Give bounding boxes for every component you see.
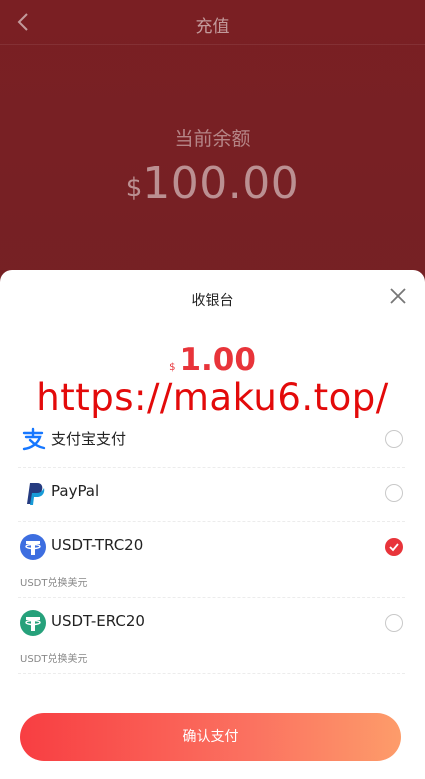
payment-method-name: PayPal	[51, 482, 100, 500]
page-title: 充值	[195, 17, 230, 37]
top-bar: 充值	[0, 0, 425, 45]
payment-method-name: USDT-TRC20	[51, 536, 144, 554]
payment-method-usdt-trc20[interactable]: USDT-TRC20 USDT兑换美元	[18, 522, 405, 598]
checkout-title: 收银台	[191, 293, 234, 309]
pay-value: 1.00	[179, 342, 256, 378]
payment-method-list: 支付宝支付 PayPal USDT-TRC20 USDT兑换美元 USDT-ER…	[18, 414, 405, 674]
payment-method-alipay[interactable]: 支付宝支付	[18, 414, 405, 468]
radio-paypal[interactable]	[385, 484, 403, 502]
balance-currency: $	[125, 173, 143, 203]
payment-method-note: USDT兑换美元	[20, 654, 88, 665]
balance-label: 当前余额	[174, 128, 251, 150]
balance-amount: $100.00	[0, 158, 425, 209]
radio-alipay[interactable]	[385, 430, 403, 448]
balance-value: 100.00	[142, 158, 300, 209]
close-icon[interactable]	[389, 287, 407, 305]
radio-usdt-erc20[interactable]	[385, 614, 403, 632]
checkout-sheet: 收银台 $1.00 https://maku6.top/ 支付宝支付 PayPa…	[0, 270, 425, 779]
tether-icon	[20, 610, 46, 636]
paypal-icon	[27, 483, 45, 505]
recharge-screen: 充值 当前余额 $100.00 收银台 $1.00 https://maku6.…	[0, 0, 425, 779]
radio-usdt-trc20[interactable]	[385, 538, 403, 556]
payment-method-paypal[interactable]: PayPal	[18, 468, 405, 522]
payment-method-name: USDT-ERC20	[51, 612, 145, 630]
check-icon	[389, 543, 399, 552]
watermark-url: https://maku6.top/	[36, 376, 389, 419]
pay-amount: $1.00	[0, 342, 425, 378]
pay-currency: $	[169, 362, 176, 373]
payment-method-usdt-erc20[interactable]: USDT-ERC20 USDT兑换美元	[18, 598, 405, 674]
confirm-payment-button[interactable]: 确认支付	[20, 713, 401, 761]
alipay-icon	[22, 427, 46, 451]
payment-method-name: 支付宝支付	[51, 430, 127, 448]
payment-method-note: USDT兑换美元	[20, 578, 88, 589]
tether-icon	[20, 534, 46, 560]
